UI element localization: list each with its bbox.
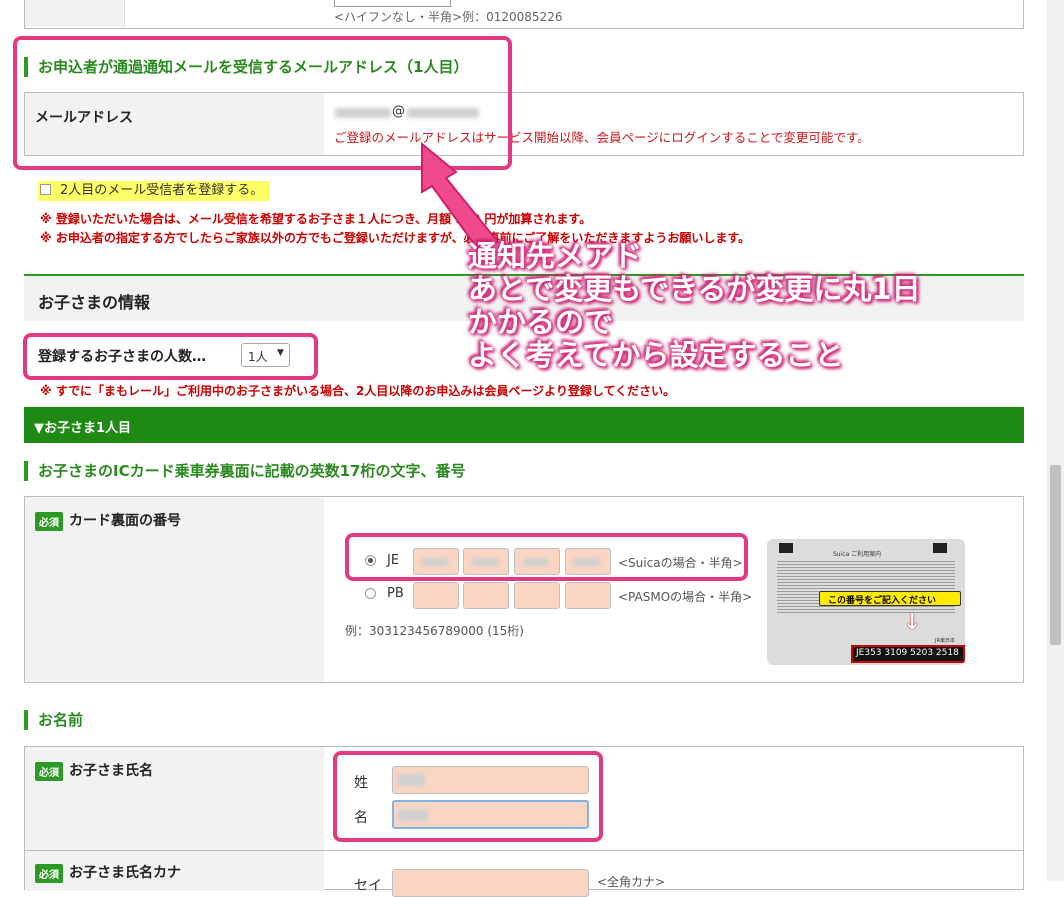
- annotation-line-1: 通知先メアド: [468, 239, 643, 273]
- card-number-box: JE353 3109 5203 2518: [851, 645, 965, 663]
- pb-label: PB: [387, 586, 404, 601]
- name-highlight-box: [333, 751, 603, 842]
- child-count-highlight-box: [23, 333, 318, 380]
- scrollbar-thumb[interactable]: [1050, 465, 1061, 645]
- card-banner: この番号をご記入ください: [819, 591, 961, 606]
- kana-label-wrap: 必須 お子さま氏名カナ: [35, 862, 181, 883]
- phone-row: <ハイフンなし・半角>例：0120085226: [24, 0, 1024, 29]
- name-section-title: お名前: [24, 710, 83, 730]
- kana-sei-label: セイ: [354, 878, 382, 894]
- phone-input[interactable]: [334, 0, 451, 7]
- card-hole-right: [933, 543, 947, 553]
- kana-sei-input[interactable]: [392, 869, 589, 897]
- child1-bar[interactable]: ▼お子さま1人目: [24, 407, 1024, 443]
- card-example: 例：303123456789000 (15桁): [345, 624, 524, 638]
- card-hole-left: [779, 543, 793, 553]
- ic-row: 必須 カード裏面の番号 JE <Suicaの場合・半角> PB <PASMOの場合…: [24, 496, 1024, 683]
- pb-radio[interactable]: [365, 588, 376, 599]
- required-badge: 必須: [35, 863, 63, 883]
- card-header: Suica ご利用案内: [833, 551, 882, 558]
- pb-field-3[interactable]: [514, 582, 560, 609]
- pb-field-1[interactable]: [413, 582, 459, 609]
- annotation-line-4: よく考えてから設定すること: [468, 338, 844, 372]
- card-company: JR東日本: [935, 638, 955, 644]
- required-badge: 必須: [35, 511, 63, 531]
- vertical-scrollbar[interactable]: [1047, 0, 1064, 881]
- second-receiver-label: 2人目のメール受信者を登録する。: [60, 183, 264, 198]
- child-count-note: ※ すでに「まもレール」ご利用中のお子さまがいる場合、2人目以降のお申込みは会員…: [40, 384, 676, 398]
- ic-section-title: お子さまのICカード乗車券裏面に記載の英数17桁の文字、番号: [24, 461, 465, 481]
- second-receiver-checkbox-row[interactable]: 2人目のメール受信者を登録する。: [38, 181, 270, 201]
- name-label-wrap: 必須 お子さま氏名: [35, 760, 153, 781]
- pb-hint: <PASMOの場合・半角>: [618, 590, 753, 604]
- annotation-callout: 通知先メアド あとで変更もできるが変更に丸1日 かかるので よく考えてから設定す…: [468, 240, 921, 372]
- name-label: お子さま氏名: [69, 763, 153, 779]
- pb-field-4[interactable]: [565, 582, 611, 609]
- required-badge: 必須: [35, 761, 63, 781]
- kana-row: 必須 お子さま氏名カナ セイ <全角カナ>: [24, 850, 1024, 897]
- card-fine-print: [777, 559, 955, 615]
- children-heading: お子さまの情報: [38, 293, 151, 312]
- ic-label-wrap: 必須 カード裏面の番号: [35, 510, 181, 531]
- suica-card-image: Suica ご利用案内 この番号をご記入ください ↓ JR東日本 JE353 3…: [767, 539, 965, 665]
- card-banner-text: この番号をご記入ください: [828, 596, 937, 606]
- phone-hint: <ハイフンなし・半角>例：0120085226: [334, 10, 563, 24]
- pb-field-2[interactable]: [463, 582, 509, 609]
- annotation-line-3: かかるので: [468, 305, 614, 339]
- annotation-line-2: あとで変更もできるが変更に丸1日: [468, 272, 921, 306]
- ic-label: カード裏面の番号: [69, 513, 181, 529]
- annotation-arrow-shape: [421, 141, 500, 254]
- child1-bar-label: ▼お子さま1人目: [34, 421, 132, 436]
- second-receiver-checkbox[interactable]: [40, 184, 51, 195]
- je-highlight-box: [345, 533, 748, 581]
- card-arrow-icon: ↓: [903, 610, 922, 635]
- kana-hint: <全角カナ>: [597, 875, 666, 889]
- phone-row-header: [25, 0, 125, 27]
- card-number: JE353 3109 5203 2518: [856, 648, 959, 658]
- kana-label: お子さま氏名カナ: [69, 865, 181, 881]
